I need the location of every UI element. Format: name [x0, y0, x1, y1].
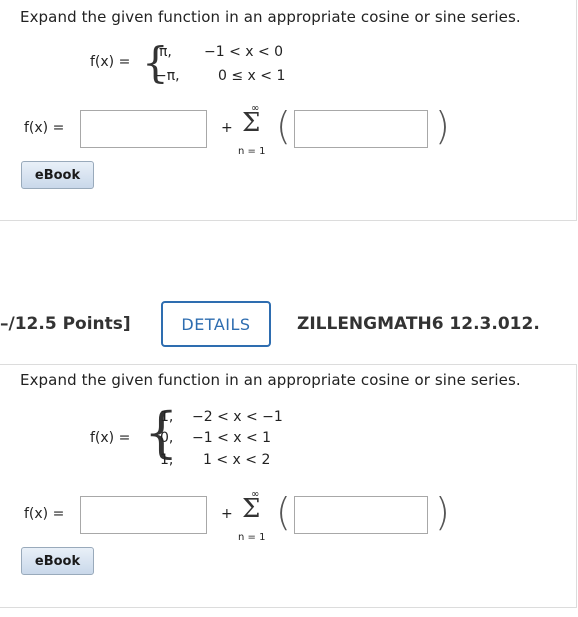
right-paren: ) [435, 104, 450, 148]
case-condition: −2 < x < −1 [192, 409, 283, 425]
details-button[interactable]: DETAILS [161, 301, 271, 347]
case-condition: −1 < x < 1 [192, 430, 272, 446]
case-condition: −1 < x < 0 [204, 44, 284, 60]
answer-label: f(x) = [24, 120, 65, 136]
case-value: 1, [160, 452, 174, 468]
series-term-input[interactable] [294, 496, 428, 534]
summation-icon: Σ [242, 108, 261, 138]
constant-term-input[interactable] [80, 110, 207, 148]
function-label: f(x) = [90, 54, 131, 70]
points-label: –/12.5 Points] [0, 314, 131, 334]
case-value: 1, [160, 409, 174, 425]
sum-lower-limit: n = 1 [238, 146, 266, 157]
problem-id: ZILLENGMATH6 12.3.012. [297, 314, 540, 334]
case-condition: 0 ≤ x < 1 [218, 68, 286, 84]
series-term-input[interactable] [294, 110, 428, 148]
case-value: π, [159, 44, 172, 60]
case-value: −π, [155, 68, 180, 84]
question-2-instruction: Expand the given function in an appropri… [20, 371, 521, 389]
ebook-button[interactable]: eBook [21, 547, 94, 575]
case-condition: 1 < x < 2 [203, 452, 271, 468]
plus-sign: + [221, 506, 233, 522]
sum-lower-limit: n = 1 [238, 532, 266, 543]
summation-icon: Σ [242, 494, 261, 524]
left-paren: ( [276, 490, 291, 534]
answer-label: f(x) = [24, 506, 65, 522]
left-paren: ( [276, 104, 291, 148]
plus-sign: + [221, 120, 233, 136]
question-1-instruction: Expand the given function in an appropri… [20, 8, 521, 26]
ebook-button[interactable]: eBook [21, 161, 94, 189]
case-value: 0, [160, 430, 174, 446]
function-label: f(x) = [90, 430, 131, 446]
right-paren: ) [435, 490, 450, 534]
constant-term-input[interactable] [80, 496, 207, 534]
